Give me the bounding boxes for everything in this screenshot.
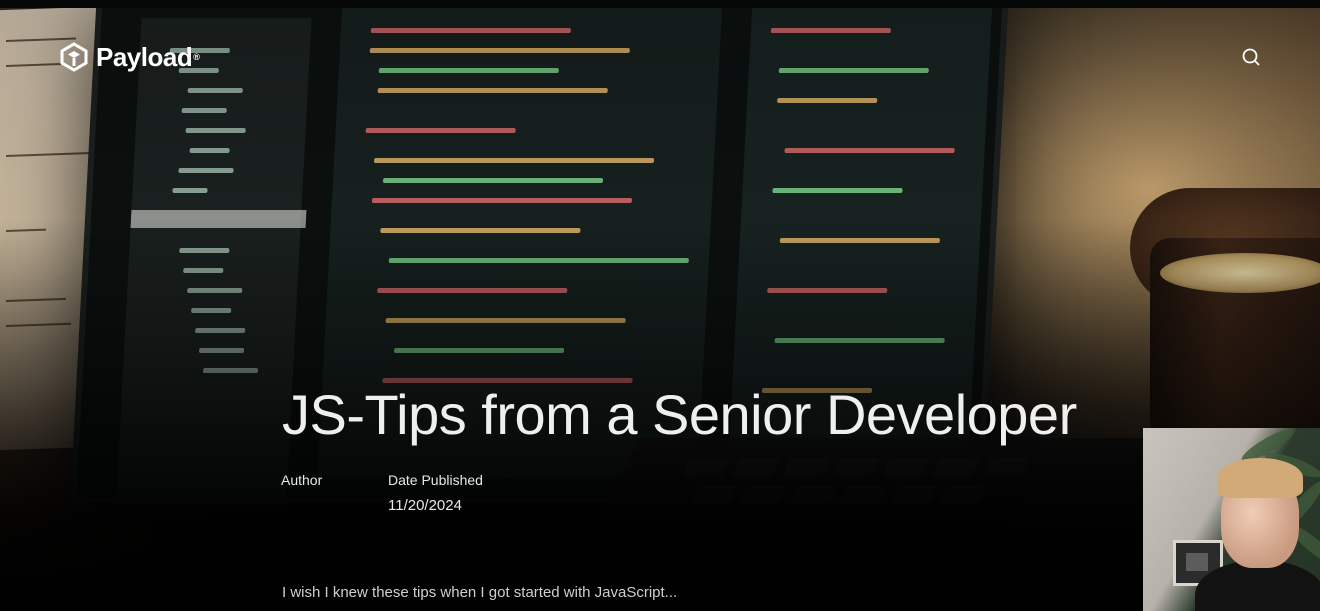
search-button[interactable]: [1238, 44, 1264, 70]
brand-name: Payload: [96, 41, 193, 72]
webcam-overlay: [1143, 428, 1320, 611]
presenter-hair: [1217, 458, 1303, 498]
top-edge: [0, 0, 1320, 8]
search-icon: [1242, 48, 1260, 66]
post-excerpt: I wish I knew these tips when I got star…: [282, 584, 678, 601]
date-published-label: Date Published: [388, 472, 483, 488]
payload-logo-icon: [60, 42, 88, 72]
dark-gradient-overlay: [0, 8, 1320, 611]
payload-logo-link[interactable]: Payload ®: [60, 40, 200, 74]
author-label: Author: [281, 472, 323, 488]
hero-image: [0, 8, 1320, 611]
date-published-value: 11/20/2024: [388, 497, 462, 514]
registered-mark: ®: [193, 52, 200, 62]
post-title: JS-Tips from a Senior Developer: [282, 383, 1077, 446]
